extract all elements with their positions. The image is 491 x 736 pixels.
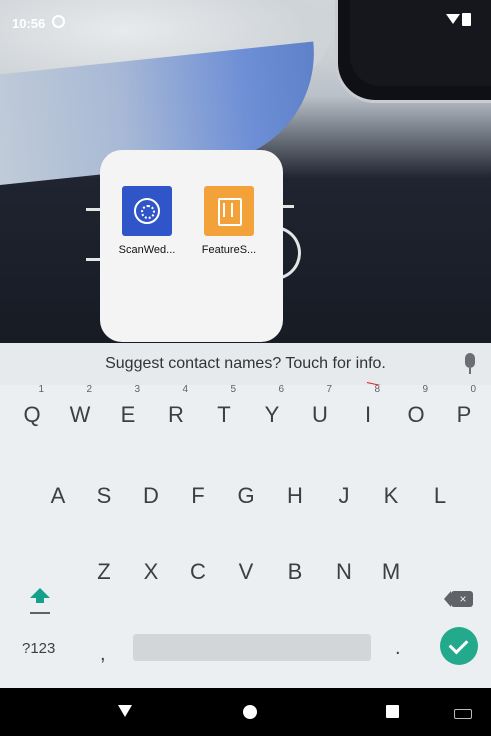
recents-icon[interactable] <box>386 705 399 718</box>
comma-key[interactable]: , <box>100 643 106 666</box>
checkmark-icon <box>448 634 469 655</box>
key-e[interactable]: E3 <box>108 384 148 440</box>
microphone-stand <box>469 368 471 374</box>
key-label: O <box>407 402 425 427</box>
scan-inner-shape <box>141 205 155 219</box>
battery-icon <box>462 13 471 26</box>
key-m[interactable]: M <box>371 547 411 597</box>
wifi-icon <box>446 14 460 24</box>
feat-box-shape <box>218 198 242 226</box>
key-label: R <box>168 402 184 427</box>
key-hint: 0 <box>470 384 476 395</box>
app-label-scanwedge: ScanWed... <box>118 244 176 256</box>
key-label: T <box>217 402 231 427</box>
key-g[interactable]: G <box>226 471 266 521</box>
enter-button[interactable] <box>440 627 478 665</box>
key-label: W <box>69 402 91 427</box>
key-f[interactable]: F <box>178 471 218 521</box>
home-icon[interactable] <box>243 705 257 719</box>
feat-line-shape <box>223 203 225 217</box>
key-d[interactable]: D <box>131 471 171 521</box>
scanwedge-icon[interactable] <box>122 186 172 236</box>
key-hint: 2 <box>86 384 92 395</box>
key-label: E <box>120 402 136 427</box>
key-hint: 7 <box>326 384 332 395</box>
key-hint: 6 <box>278 384 284 395</box>
space-bar[interactable] <box>133 634 371 661</box>
key-hint: 4 <box>182 384 188 395</box>
key-hint: 1 <box>38 384 44 395</box>
feat-line-shape <box>231 203 233 217</box>
shift-underline <box>30 612 50 614</box>
key-s[interactable]: S <box>84 471 124 521</box>
key-o[interactable]: O9 <box>396 384 436 440</box>
key-hint: 9 <box>422 384 428 395</box>
backspace-x: × <box>459 592 467 606</box>
key-a[interactable]: A <box>38 471 78 521</box>
key-hint: 8 <box>374 384 380 395</box>
suggestion-strip[interactable]: Suggest contact names? Touch for info. <box>0 343 491 385</box>
status-time: 10:56 <box>12 16 46 31</box>
key-label: P <box>456 402 472 427</box>
key-label: U <box>312 402 328 427</box>
key-n[interactable]: N <box>324 547 364 597</box>
sync-status-icon <box>52 15 65 28</box>
app-folder-popup: ScanWed... FeatureS... <box>100 150 283 342</box>
key-k[interactable]: K <box>371 471 411 521</box>
key-h[interactable]: H <box>275 471 315 521</box>
key-i[interactable]: I8 <box>348 384 388 440</box>
key-l[interactable]: L <box>420 471 460 521</box>
key-label: Y <box>264 402 280 427</box>
key-z[interactable]: Z <box>84 547 124 597</box>
suggestion-text[interactable]: Suggest contact names? Touch for info. <box>0 355 491 373</box>
key-q[interactable]: Q1 <box>12 384 52 440</box>
soft-keyboard: Q1 W2 E3 R4 T5 Y6 U7 I8 O9 P0 A S D F G … <box>0 384 491 688</box>
symbols-key[interactable]: ?123 <box>22 640 55 657</box>
app-featuresettings[interactable]: FeatureS... <box>196 186 262 256</box>
key-label: I <box>364 402 372 427</box>
keyboard-row-1: Q1 W2 E3 R4 T5 Y6 U7 I8 O9 P0 <box>0 384 491 440</box>
period-key[interactable]: . <box>395 637 401 660</box>
navigation-bar <box>0 688 491 736</box>
key-r[interactable]: R4 <box>156 384 196 440</box>
key-y[interactable]: Y6 <box>252 384 292 440</box>
key-hint: 3 <box>134 384 140 395</box>
keyboard-switch-icon[interactable] <box>454 709 472 719</box>
app-scanwedge[interactable]: ScanWed... <box>114 186 180 256</box>
app-label-featuresettings: FeatureS... <box>201 244 257 256</box>
key-u[interactable]: U7 <box>300 384 340 440</box>
microphone-icon[interactable] <box>465 353 475 368</box>
key-w[interactable]: W2 <box>60 384 100 440</box>
back-icon[interactable] <box>118 705 132 717</box>
key-t[interactable]: T5 <box>204 384 244 440</box>
key-p[interactable]: P0 <box>444 384 484 440</box>
key-label: Q <box>23 402 41 427</box>
backspace-icon[interactable]: × <box>444 591 473 607</box>
key-b[interactable]: B <box>275 547 315 597</box>
shift-stem <box>36 597 44 603</box>
key-j[interactable]: J <box>324 471 364 521</box>
featuresettings-icon[interactable] <box>204 186 254 236</box>
keyboard-row-3: Z X C V B N M <box>0 547 491 597</box>
key-v[interactable]: V <box>226 547 266 597</box>
keyboard-row-2: A S D F G H J K L <box>0 471 491 521</box>
key-hint: 5 <box>230 384 236 395</box>
key-x[interactable]: X <box>131 547 171 597</box>
status-bar: 10:56 <box>0 0 491 36</box>
key-c[interactable]: C <box>178 547 218 597</box>
